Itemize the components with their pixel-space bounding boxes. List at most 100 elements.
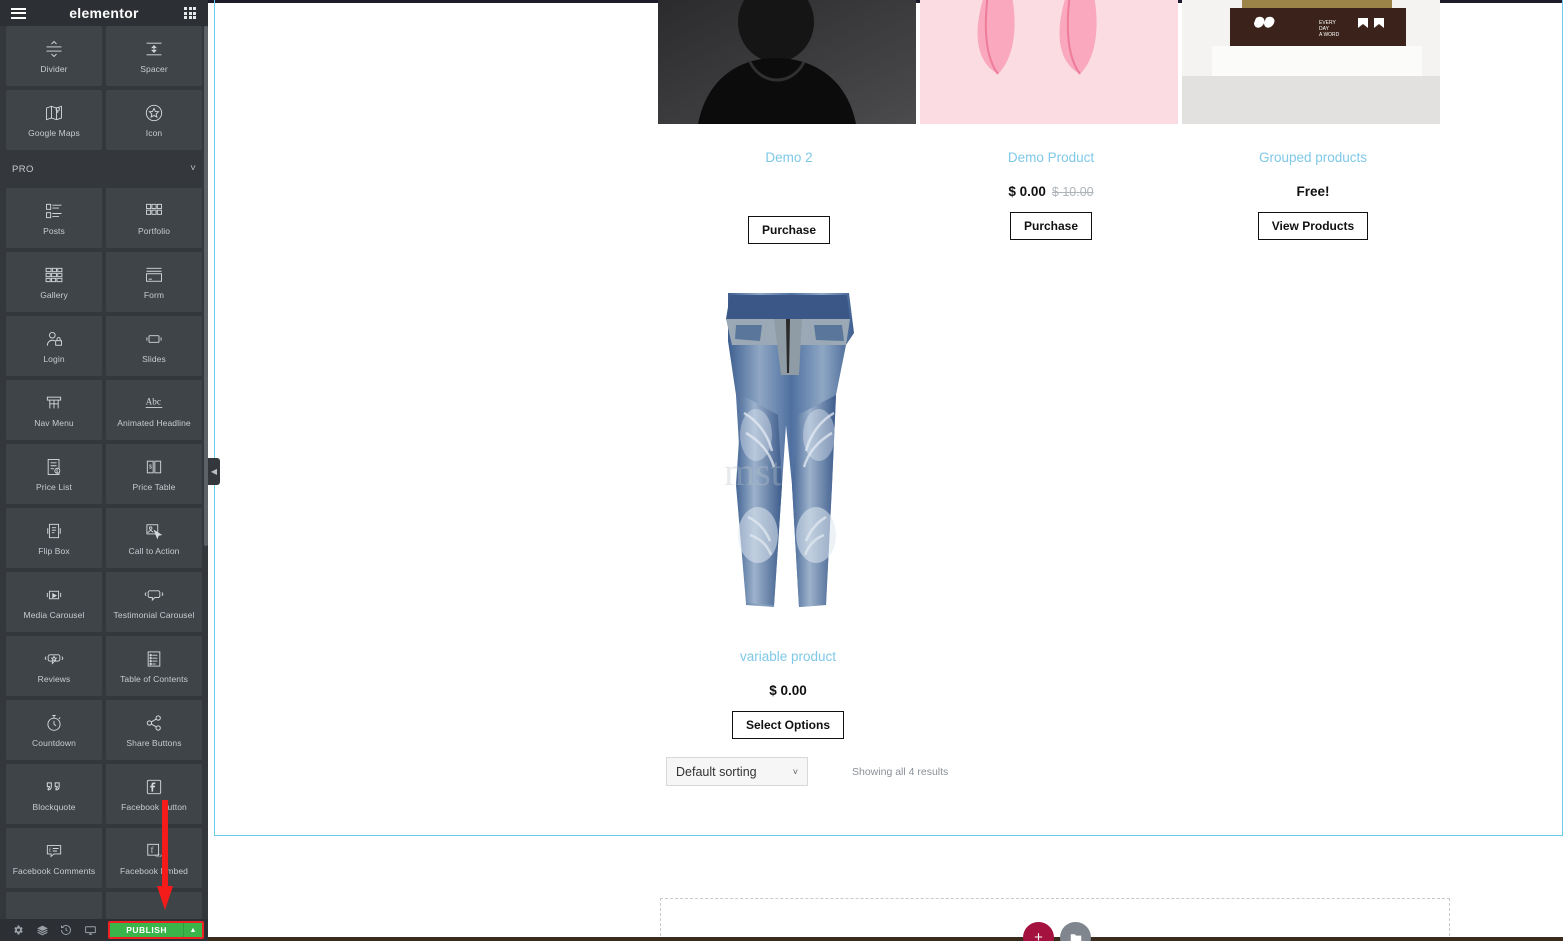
widget-spacer[interactable]: Spacer	[106, 26, 202, 86]
navigator-icon[interactable]	[30, 919, 54, 941]
category-header-pro[interactable]: PRO ˅	[0, 154, 208, 184]
widget-flip-box[interactable]: Flip Box	[6, 508, 102, 568]
product-image-demo-product[interactable]	[920, 0, 1178, 124]
product-purchase-button[interactable]: Purchase	[1009, 212, 1093, 240]
publish-button-group: PUBLISH ▲	[108, 921, 204, 939]
widget-testimonial-carousel[interactable]: Testimonial Carousel	[106, 572, 202, 632]
elementor-logo-title: elementor	[69, 5, 139, 21]
product-view-products-button[interactable]: View Products	[1257, 212, 1369, 240]
panel-header: elementor	[0, 0, 208, 26]
widget-call-to-action[interactable]: Call to Action	[106, 508, 202, 568]
widget-gallery[interactable]: Gallery	[6, 252, 102, 312]
widget-label: Price List	[36, 482, 72, 493]
sorting-select[interactable]: Default sorting ˅	[666, 757, 808, 786]
call-to-action-icon	[143, 520, 165, 542]
widget-label: Flip Box	[38, 546, 70, 557]
widget-placeholder[interactable]	[6, 892, 102, 919]
widget-row-partial	[0, 892, 208, 919]
nav-menu-icon	[43, 392, 65, 414]
product-title-link[interactable]: Demo 2	[658, 150, 920, 165]
panel-collapse-handle[interactable]: ◀	[208, 458, 220, 485]
google-maps-icon	[43, 102, 65, 124]
product-image-demo-2[interactable]	[658, 0, 916, 124]
widget-label: Icon	[145, 128, 163, 139]
widget-form[interactable]: Form	[106, 252, 202, 312]
widget-icon[interactable]: Icon	[106, 90, 202, 150]
history-icon[interactable]	[54, 919, 78, 941]
hamburger-menu-icon[interactable]	[9, 4, 27, 22]
widget-label: Reviews	[37, 674, 71, 685]
result-count-text: Showing all 4 results	[852, 765, 949, 778]
widget-label: Portfolio	[137, 226, 171, 237]
widget-label: Table of Contents	[120, 674, 188, 685]
product-title-link[interactable]: Grouped products	[1182, 150, 1444, 165]
catalog-ordering-row: Default sorting ˅ Showing all 4 results	[666, 757, 1266, 786]
widgets-grid-icon[interactable]	[181, 4, 199, 22]
widget-label: Slides	[142, 354, 166, 365]
widget-label: Posts	[43, 226, 65, 237]
responsive-mode-icon[interactable]	[78, 919, 102, 941]
settings-icon[interactable]	[6, 919, 30, 941]
product-select-options-button[interactable]: Select Options	[731, 711, 845, 739]
widget-table-of-contents[interactable]: Table of Contents	[106, 636, 202, 696]
add-new-section-button[interactable]: +	[1023, 922, 1054, 941]
svg-text:</>: </>	[155, 854, 162, 860]
widget-facebook-button[interactable]: Facebook Button	[106, 764, 202, 824]
widget-row: Reviews Table of Contents	[0, 636, 208, 700]
widget-nav-menu[interactable]: Nav Menu	[6, 380, 102, 440]
svg-text:f: f	[151, 846, 154, 855]
editor-canvas: Demo 2 Purchase Demo Product $ 0.00 $ 10.…	[208, 0, 1563, 941]
price-table-icon: $	[143, 456, 165, 478]
publish-options-arrow-icon[interactable]: ▲	[184, 923, 202, 937]
widget-divider[interactable]: Divider	[6, 26, 102, 86]
svg-text:Abc: Abc	[146, 397, 161, 407]
widget-label: Form	[143, 290, 165, 301]
product-grid: Demo 2 Purchase Demo Product $ 0.00 $ 10.…	[658, 0, 1448, 244]
add-template-button[interactable]	[1060, 922, 1091, 941]
publish-button[interactable]: PUBLISH	[110, 923, 184, 937]
widget-row: Blockquote Facebook Button	[0, 764, 208, 828]
widget-row: $ Price List $ Price Table	[0, 444, 208, 508]
widget-share-buttons[interactable]: Share Buttons	[106, 700, 202, 760]
widget-posts[interactable]: Posts	[6, 188, 102, 248]
chevron-down-icon: ˅	[792, 766, 798, 777]
svg-text:$: $	[149, 465, 153, 471]
elementor-editor-panel: elementor Divider Spacer Google Maps Ico…	[0, 0, 208, 941]
widget-label: Share Buttons	[126, 738, 182, 749]
widget-blockquote[interactable]: Blockquote	[6, 764, 102, 824]
widget-price-table[interactable]: $ Price Table	[106, 444, 202, 504]
widget-placeholder[interactable]	[106, 892, 202, 919]
widget-row: Flip Box Call to Action	[0, 508, 208, 572]
widget-countdown[interactable]: Countdown	[6, 700, 102, 760]
widget-label: Facebook Embed	[119, 866, 189, 877]
svg-text:mst: mst	[724, 449, 782, 494]
widget-facebook-comments[interactable]: f Facebook Comments	[6, 828, 102, 888]
posts-icon	[43, 200, 65, 222]
widget-reviews[interactable]: Reviews	[6, 636, 102, 696]
editor-footer-bar: PUBLISH ▲	[0, 919, 208, 941]
widget-label: Nav Menu	[34, 418, 74, 429]
widget-portfolio[interactable]: Portfolio	[106, 188, 202, 248]
widget-label: Call to Action	[128, 546, 180, 557]
widget-price-list[interactable]: $ Price List	[6, 444, 102, 504]
widget-slides[interactable]: Slides	[106, 316, 202, 376]
widget-list-scroll-area[interactable]: Divider Spacer Google Maps Icon PRO ˅ Po…	[0, 26, 208, 919]
product-title-link[interactable]: Demo Product	[920, 150, 1182, 165]
reviews-icon	[43, 648, 65, 670]
product-image-variable-product[interactable]: mst	[685, 285, 891, 635]
table-of-contents-icon	[143, 648, 165, 670]
chevron-down-icon: ˅	[190, 163, 196, 174]
widget-media-carousel[interactable]: Media Carousel	[6, 572, 102, 632]
widget-google-maps[interactable]: Google Maps	[6, 90, 102, 150]
widget-label: Testimonial Carousel	[113, 610, 195, 621]
product-title-link[interactable]: variable product	[648, 649, 928, 664]
widget-row: Gallery Form	[0, 252, 208, 316]
product-purchase-button[interactable]: Purchase	[747, 216, 831, 244]
svg-text:A WORD: A WORD	[1319, 32, 1340, 38]
widget-facebook-embed[interactable]: f </> Facebook Embed	[106, 828, 202, 888]
product-free-label: Free!	[1296, 184, 1330, 199]
widget-animated-headline[interactable]: Abc Animated Headline	[106, 380, 202, 440]
product-image-grouped-products[interactable]: EVERY DAY A WORD	[1182, 0, 1440, 124]
widget-login[interactable]: Login	[6, 316, 102, 376]
widget-label: Countdown	[32, 738, 76, 749]
